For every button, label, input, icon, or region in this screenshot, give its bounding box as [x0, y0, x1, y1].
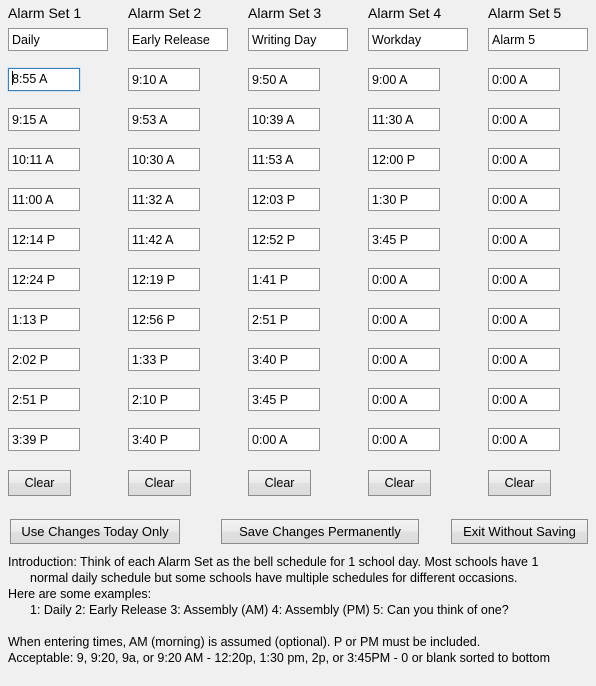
alarm-time-value-1-1: 8:55 A [12, 72, 48, 86]
alarm-time-input-1-10[interactable] [8, 428, 80, 451]
instructions-line-1: Introduction: Think of each Alarm Set as… [8, 555, 539, 569]
instructions-block: Introduction: Think of each Alarm Set as… [0, 554, 596, 666]
instructions-line-6: Acceptable: 9, 9:20, 9a, or 9:20 AM - 12… [8, 651, 550, 665]
alarm-time-input-5-2[interactable] [488, 108, 560, 131]
clear-button-2[interactable]: Clear [128, 470, 191, 496]
alarm-time-input-2-7[interactable] [128, 308, 200, 331]
instructions-line-2: normal daily schedule but some schools h… [30, 571, 518, 585]
alarm-time-input-4-7[interactable] [368, 308, 440, 331]
alarm-set-title-4: Alarm Set 4 [368, 5, 442, 21]
alarm-set-title-2: Alarm Set 2 [128, 5, 202, 21]
alarm-time-input-4-10[interactable] [368, 428, 440, 451]
alarm-time-input-4-6[interactable] [368, 268, 440, 291]
alarm-time-input-1-6[interactable] [8, 268, 80, 291]
alarm-time-input-4-2[interactable] [368, 108, 440, 131]
exit-without-saving-button[interactable]: Exit Without Saving [451, 519, 588, 544]
alarm-time-input-4-8[interactable] [368, 348, 440, 371]
instructions-spacer [0, 618, 596, 634]
clear-button-3[interactable]: Clear [248, 470, 311, 496]
alarm-time-input-5-7[interactable] [488, 308, 560, 331]
alarm-time-input-5-1[interactable] [488, 68, 560, 91]
alarm-time-input-3-2[interactable] [248, 108, 320, 131]
instructions-line-4: 1: Daily 2: Early Release 3: Assembly (A… [30, 603, 509, 617]
alarm-time-input-1-5[interactable] [8, 228, 80, 251]
alarm-time-input-5-4[interactable] [488, 188, 560, 211]
alarm-time-input-2-10[interactable] [128, 428, 200, 451]
save-changes-permanently-button[interactable]: Save Changes Permanently [221, 519, 419, 544]
alarm-time-input-2-2[interactable] [128, 108, 200, 131]
alarm-time-input-5-9[interactable] [488, 388, 560, 411]
alarm-time-input-3-10[interactable] [248, 428, 320, 451]
instructions-line-3: Here are some examples: [8, 587, 152, 601]
alarm-time-input-1-4[interactable] [8, 188, 80, 211]
alarm-time-input-3-7[interactable] [248, 308, 320, 331]
alarm-set-name-input-2[interactable] [128, 28, 228, 51]
alarm-time-input-5-5[interactable] [488, 228, 560, 251]
alarm-time-input-2-6[interactable] [128, 268, 200, 291]
alarm-time-input-3-6[interactable] [248, 268, 320, 291]
alarm-time-input-5-3[interactable] [488, 148, 560, 171]
alarm-time-input-1-8[interactable] [8, 348, 80, 371]
alarm-time-input-4-4[interactable] [368, 188, 440, 211]
clear-button-5[interactable]: Clear [488, 470, 551, 496]
alarm-time-input-2-3[interactable] [128, 148, 200, 171]
alarm-time-input-4-3[interactable] [368, 148, 440, 171]
alarm-time-input-2-8[interactable] [128, 348, 200, 371]
alarm-time-input-1-2[interactable] [8, 108, 80, 131]
alarm-set-title-1: Alarm Set 1 [8, 5, 82, 21]
alarm-set-title-3: Alarm Set 3 [248, 5, 322, 21]
clear-button-4[interactable]: Clear [368, 470, 431, 496]
clear-button-1[interactable]: Clear [8, 470, 71, 496]
alarm-set-name-input-1[interactable] [8, 28, 108, 51]
alarm-time-input-4-9[interactable] [368, 388, 440, 411]
alarm-time-input-1-7[interactable] [8, 308, 80, 331]
alarm-time-input-3-4[interactable] [248, 188, 320, 211]
alarm-time-input-4-5[interactable] [368, 228, 440, 251]
alarm-time-input-1-9[interactable] [8, 388, 80, 411]
alarm-set-name-input-5[interactable] [488, 28, 588, 51]
instructions-line-5: When entering times, AM (morning) is ass… [8, 635, 481, 649]
alarm-time-input-1-3[interactable] [8, 148, 80, 171]
alarm-time-input-5-6[interactable] [488, 268, 560, 291]
alarm-time-input-3-3[interactable] [248, 148, 320, 171]
alarm-time-input-3-9[interactable] [248, 388, 320, 411]
alarm-time-input-2-4[interactable] [128, 188, 200, 211]
alarm-time-input-2-1[interactable] [128, 68, 200, 91]
alarm-time-input-2-9[interactable] [128, 388, 200, 411]
alarm-set-name-input-3[interactable] [248, 28, 348, 51]
alarm-time-input-3-8[interactable] [248, 348, 320, 371]
use-changes-today-only-button[interactable]: Use Changes Today Only [10, 519, 180, 544]
alarm-time-input-3-5[interactable] [248, 228, 320, 251]
alarm-time-input-5-8[interactable] [488, 348, 560, 371]
alarm-set-name-input-4[interactable] [368, 28, 468, 51]
alarm-time-input-1-1[interactable]: 8:55 A [8, 68, 80, 91]
alarm-time-input-5-10[interactable] [488, 428, 560, 451]
alarm-time-input-3-1[interactable] [248, 68, 320, 91]
alarm-schedule-window: Alarm Set 1 8:55 A Clear Alarm Set 2 Clear Al… [0, 0, 596, 686]
alarm-time-input-2-5[interactable] [128, 228, 200, 251]
alarm-time-input-4-1[interactable] [368, 68, 440, 91]
alarm-set-title-5: Alarm Set 5 [488, 5, 562, 21]
